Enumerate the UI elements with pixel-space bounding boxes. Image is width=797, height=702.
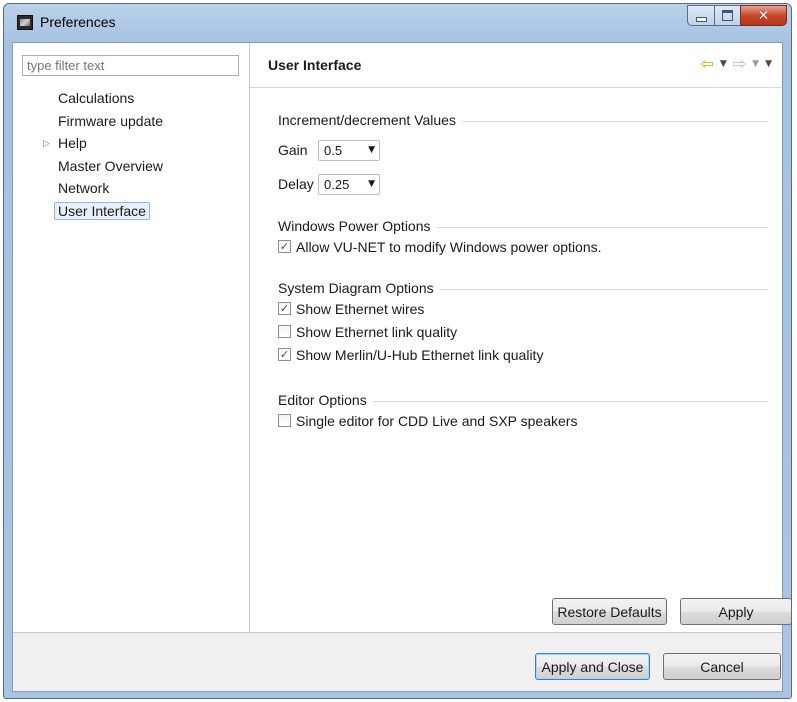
group-title-text: System Diagram Options <box>278 280 434 296</box>
group-title-text: Editor Options <box>278 392 367 408</box>
group-title-text: Windows Power Options <box>278 218 431 234</box>
single-editor-checkbox-row[interactable]: Single editor for CDD Live and SXP speak… <box>278 409 768 432</box>
cancel-button[interactable]: Cancel <box>663 653 781 680</box>
tree-item-user-interface[interactable]: User Interface <box>13 200 250 223</box>
window-title: Preferences <box>40 14 116 30</box>
merlin-link-quality-checkbox[interactable]: ✓ <box>278 348 291 361</box>
checkbox-label: Show Merlin/U-Hub Ethernet link quality <box>296 346 544 363</box>
expand-arrow-icon[interactable]: ▷ <box>43 132 50 154</box>
checkbox-label: Single editor for CDD Live and SXP speak… <box>296 412 578 429</box>
title-bar[interactable]: Preferences ✕ <box>4 4 791 42</box>
power-group: Windows Power Options ✓ Allow VU-NET to … <box>278 217 768 258</box>
close-icon: ✕ <box>757 7 770 24</box>
view-menu-icon[interactable]: ▼ <box>765 59 772 69</box>
divider <box>436 226 768 228</box>
divider <box>372 400 768 402</box>
close-button[interactable]: ✕ <box>740 5 787 26</box>
filter-input[interactable] <box>22 55 239 76</box>
gain-row: Gain 0.5 ▼ <box>278 135 768 165</box>
back-arrow-icon[interactable]: ⇦ <box>700 56 713 72</box>
tree-item-master-overview[interactable]: Master Overview <box>13 155 250 178</box>
checkbox-label: Allow VU-NET to modify Windows power opt… <box>296 238 602 255</box>
page-title: User Interface <box>268 57 362 73</box>
tree-item-label: Help <box>58 135 87 151</box>
tree-item-firmware-update[interactable]: Firmware update <box>13 110 250 133</box>
chevron-down-icon: ▼ <box>368 179 375 189</box>
delay-label: Delay <box>278 176 314 192</box>
maximize-button[interactable] <box>714 5 741 26</box>
minimize-button[interactable] <box>687 5 715 26</box>
dropdown-icon[interactable]: ▼ <box>752 59 759 69</box>
delay-row: Delay 0.25 ▼ <box>278 169 768 199</box>
tree-item-label: Calculations <box>58 90 135 106</box>
ethernet-wires-checkbox-row[interactable]: ✓ Show Ethernet wires <box>278 297 768 320</box>
preferences-window: Preferences ✕ Calculations Firmware upda… <box>3 3 792 699</box>
dialog-client-area: Calculations Firmware update ▷ Help Mast… <box>12 42 791 692</box>
delay-select[interactable]: 0.25 ▼ <box>318 173 380 195</box>
tree-item-label: User Interface <box>54 201 150 220</box>
tree-item-label: Network <box>58 180 110 196</box>
link-quality-checkbox-row[interactable]: Show Ethernet link quality <box>278 320 768 343</box>
merlin-link-quality-checkbox-row[interactable]: ✓ Show Merlin/U-Hub Ethernet link qualit… <box>278 343 768 366</box>
tree-item-label: Master Overview <box>58 157 164 174</box>
tree-item-label: Firmware update <box>58 112 164 129</box>
divider <box>461 120 768 122</box>
single-editor-checkbox[interactable] <box>278 414 291 427</box>
dropdown-icon[interactable]: ▼ <box>720 59 727 69</box>
tree-item-network[interactable]: Network <box>13 177 250 200</box>
increment-group-title: Increment/decrement Values <box>278 111 768 129</box>
forward-arrow-icon[interactable]: ⇨ <box>733 56 746 72</box>
restore-defaults-button[interactable]: Restore Defaults <box>552 598 667 625</box>
chevron-down-icon: ▼ <box>368 145 375 155</box>
gain-value: 0.5 <box>324 142 343 158</box>
editor-group: Editor Options Single editor for CDD Liv… <box>278 391 768 432</box>
apply-button[interactable]: Apply <box>680 598 791 625</box>
preference-page: User Interface ⇦ ▼ ⇨ ▼ ▼ Increment/decre… <box>250 43 791 632</box>
checkbox-label: Show Ethernet wires <box>296 300 425 317</box>
gain-label: Gain <box>278 142 308 158</box>
link-quality-checkbox[interactable] <box>278 325 291 338</box>
editor-group-title: Editor Options <box>278 391 768 409</box>
allow-power-checkbox-row[interactable]: ✓ Allow VU-NET to modify Windows power o… <box>278 235 768 258</box>
tree-item-calculations[interactable]: Calculations <box>13 87 250 110</box>
checkbox-label: Show Ethernet link quality <box>296 323 458 340</box>
preference-tree-pane: Calculations Firmware update ▷ Help Mast… <box>13 43 250 632</box>
page-header: User Interface ⇦ ▼ ⇨ ▼ ▼ <box>250 43 782 88</box>
divider <box>13 632 782 633</box>
history-nav: ⇦ ▼ ⇨ ▼ ▼ <box>700 56 772 72</box>
diagram-group-title: System Diagram Options <box>278 279 768 297</box>
group-title-text: Increment/decrement Values <box>278 112 456 128</box>
power-group-title: Windows Power Options <box>278 217 768 235</box>
app-logo-icon <box>17 15 33 30</box>
minimize-icon <box>695 16 707 22</box>
ethernet-wires-checkbox[interactable]: ✓ <box>278 302 291 315</box>
apply-and-close-button[interactable]: Apply and Close <box>535 653 650 680</box>
gain-select[interactable]: 0.5 ▼ <box>318 139 380 161</box>
preference-tree: Calculations Firmware update ▷ Help Mast… <box>13 87 250 222</box>
delay-value: 0.25 <box>324 176 350 192</box>
increment-group: Increment/decrement Values Gain 0.5 ▼ De… <box>278 111 768 199</box>
allow-power-checkbox[interactable]: ✓ <box>278 240 291 253</box>
caption-buttons: ✕ <box>687 5 787 27</box>
divider <box>439 288 768 290</box>
maximize-icon <box>722 10 733 21</box>
diagram-group: System Diagram Options ✓ Show Ethernet w… <box>278 279 768 366</box>
tree-item-help[interactable]: ▷ Help <box>13 132 250 155</box>
